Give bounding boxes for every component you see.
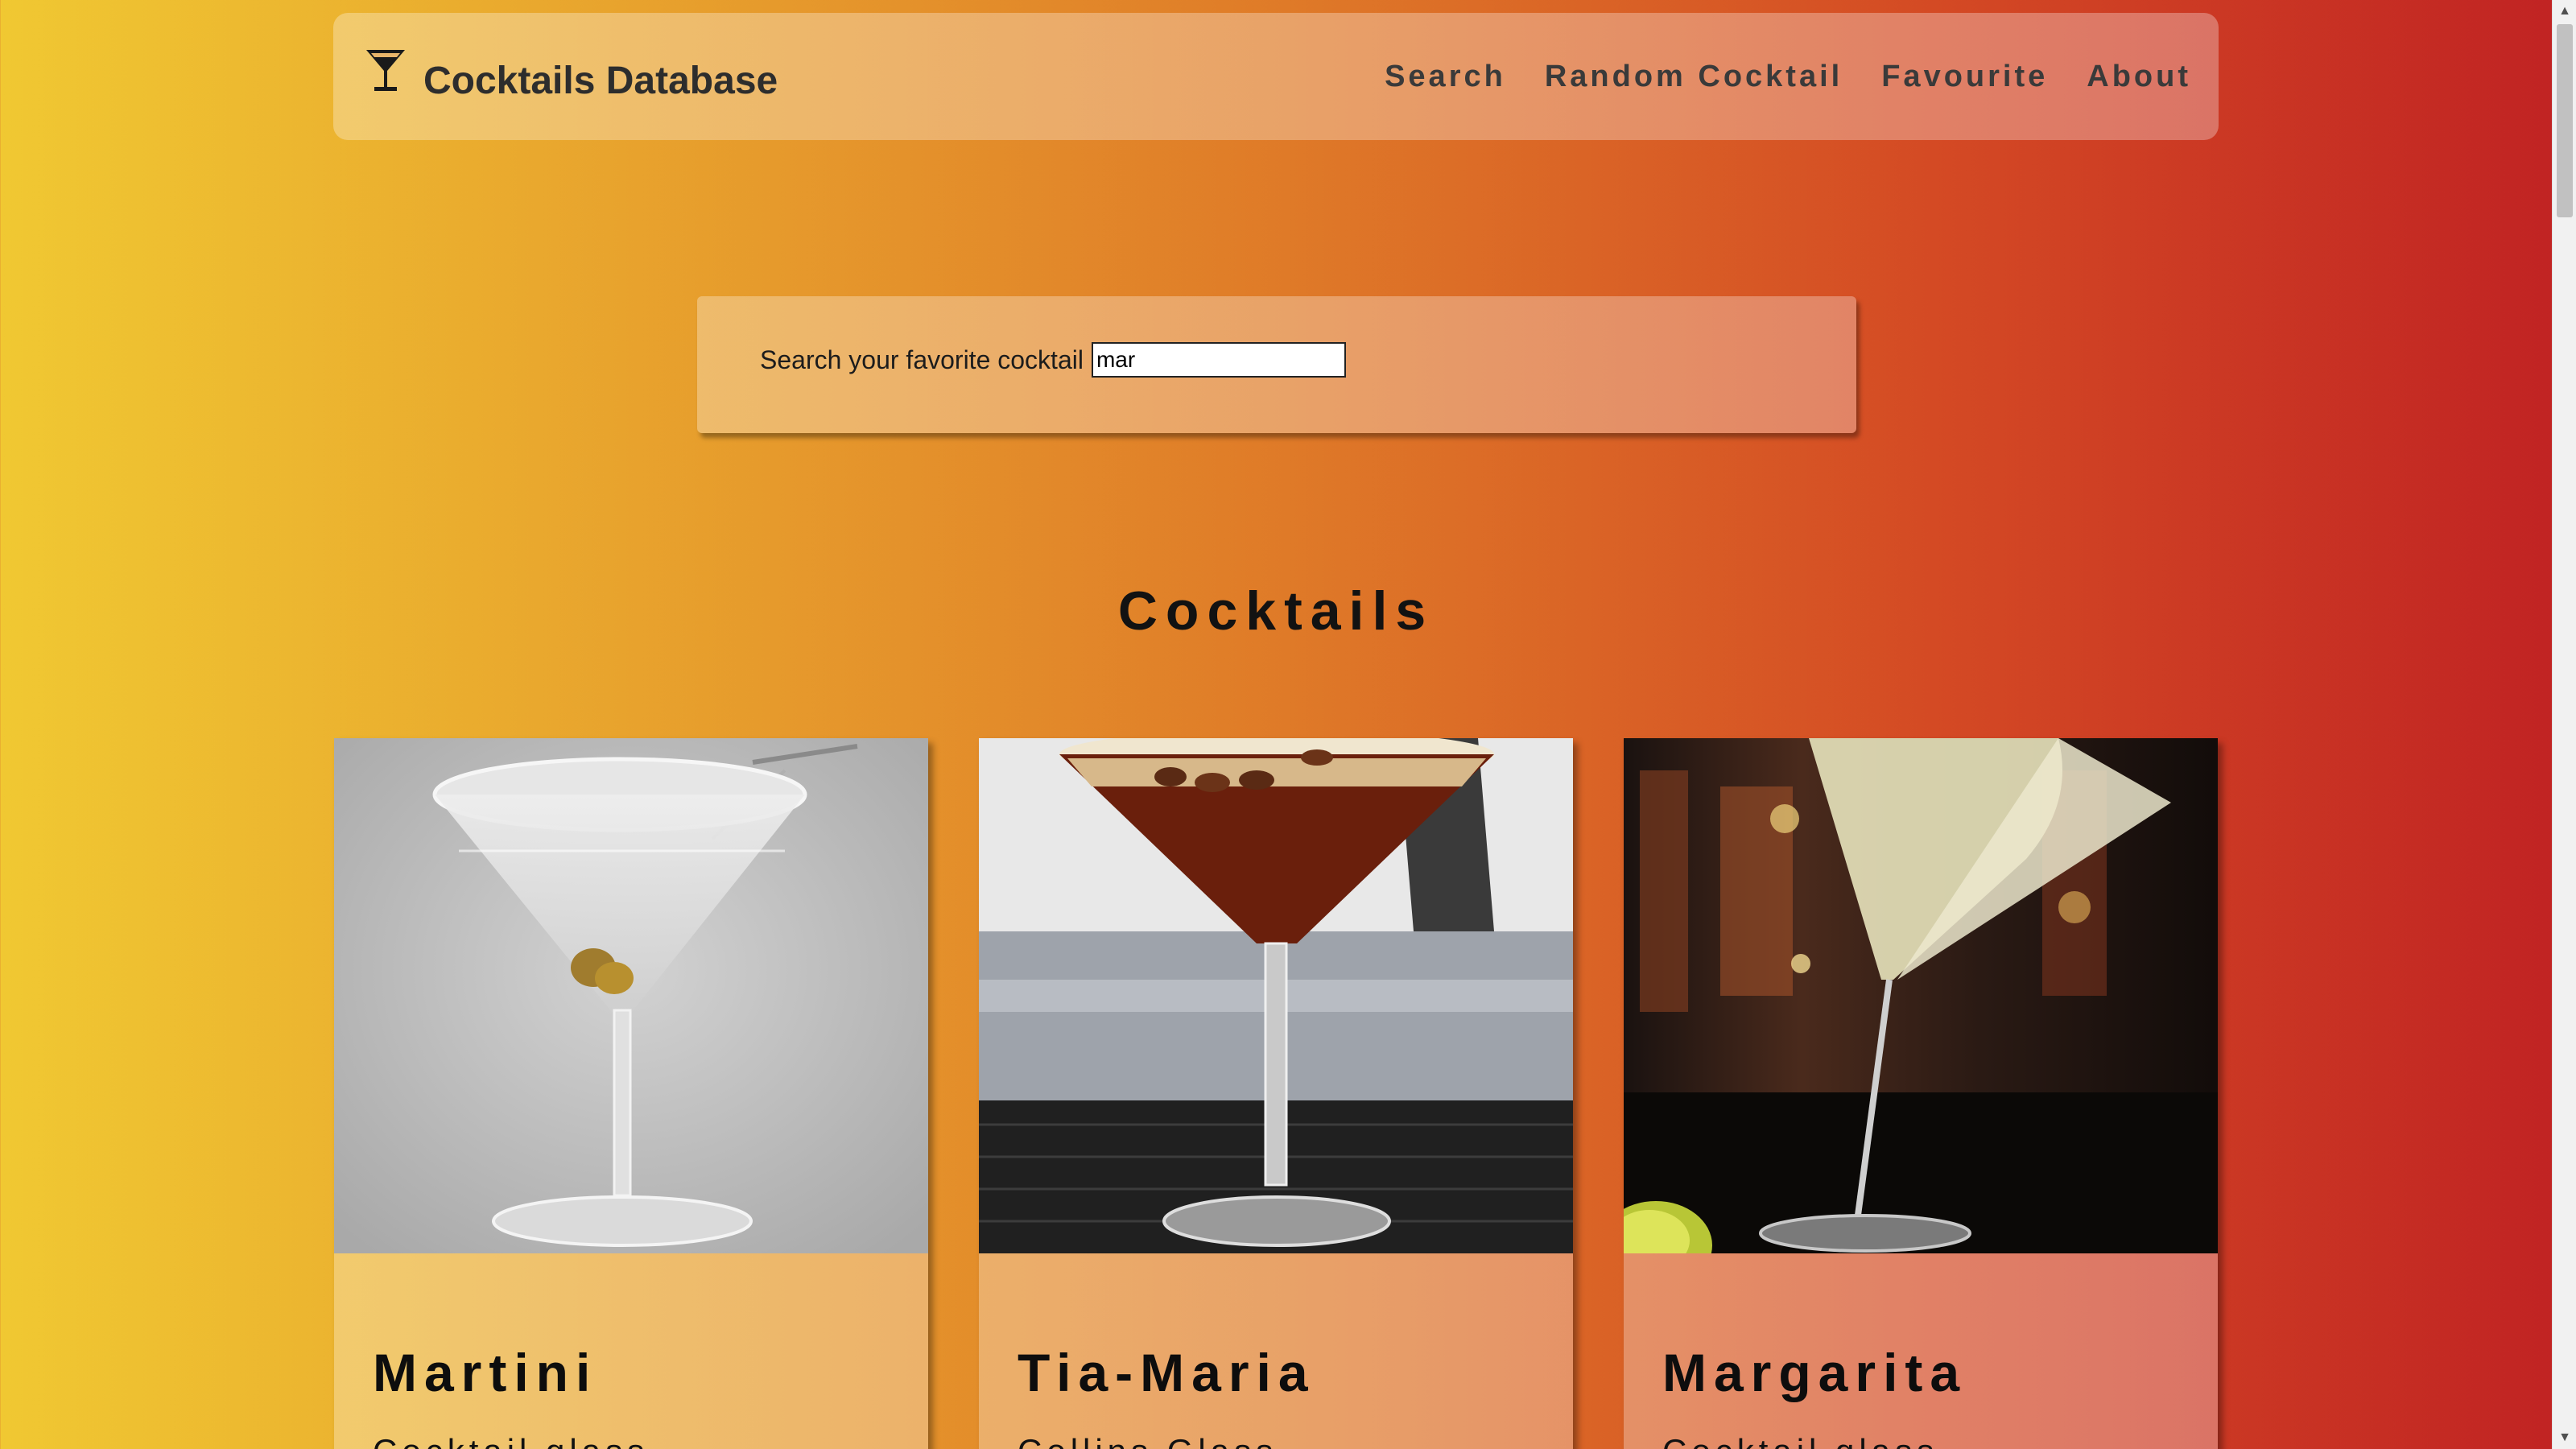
cocktail-glass-type: Cocktail glass	[1662, 1432, 1938, 1449]
top-navbar: Cocktails Database Search Random Cocktai…	[333, 13, 2219, 140]
nav-random-cocktail[interactable]: Random Cocktail	[1545, 60, 1843, 94]
cocktail-card-tia-maria[interactable]: Tia-Maria Collins Glass	[979, 738, 1573, 1449]
search-label: Search your favorite cocktail	[760, 345, 1084, 374]
martini-photo	[334, 738, 928, 1253]
scroll-down-arrow-icon[interactable]: ▼	[2553, 1426, 2576, 1449]
main-nav: Search Random Cocktail Favourite About	[1385, 60, 2191, 94]
vertical-scrollbar[interactable]: ▲ ▼	[2552, 0, 2576, 1449]
search-panel: Search your favorite cocktail	[697, 296, 1856, 433]
nav-about[interactable]: About	[2087, 60, 2191, 94]
nav-favourite[interactable]: Favourite	[1881, 60, 2048, 94]
cocktail-glass-icon	[366, 50, 405, 91]
margarita-photo	[1624, 738, 2218, 1253]
tia-maria-photo	[979, 738, 1573, 1253]
page-viewport: Cocktails Database Search Random Cocktai…	[0, 0, 2552, 1449]
cocktail-glass-type: Cocktail glass	[373, 1432, 649, 1449]
nav-search[interactable]: Search	[1385, 60, 1506, 94]
site-title: Cocktails Database	[423, 59, 778, 102]
cocktail-card-martini[interactable]: Martini Cocktail glass	[334, 738, 928, 1449]
cocktail-name: Tia-Maria	[1018, 1343, 1315, 1402]
brand[interactable]: Cocktails Database	[364, 50, 778, 103]
cocktail-name: Margarita	[1662, 1343, 1967, 1402]
cocktail-card-margarita[interactable]: Margarita Cocktail glass	[1624, 738, 2218, 1449]
section-title: Cocktails	[1117, 580, 1435, 642]
cocktail-name: Martini	[373, 1343, 598, 1402]
scroll-up-arrow-icon[interactable]: ▲	[2553, 0, 2576, 23]
search-input[interactable]	[1091, 342, 1346, 378]
scroll-thumb[interactable]	[2557, 24, 2573, 217]
cocktail-glass-type: Collins Glass	[1018, 1432, 1278, 1449]
